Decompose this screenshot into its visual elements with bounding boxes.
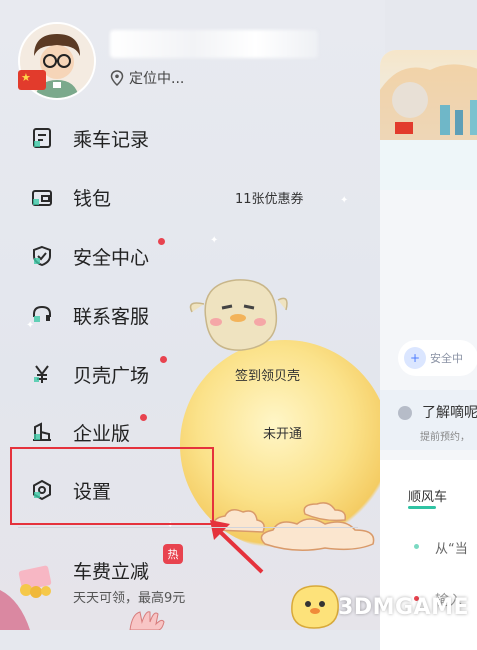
chick-mascot — [189, 279, 288, 351]
location-row[interactable]: 定位中... — [110, 68, 184, 88]
menu-label: 安全中心 — [73, 246, 150, 269]
checkin-hint: 签到领贝壳 — [235, 368, 301, 384]
ride-card: 顺风车 从“当 输入 — [380, 460, 477, 650]
learn-subtitle: 提前预约， — [420, 432, 470, 443]
safety-pill[interactable]: + 安全中 — [398, 340, 477, 376]
menu-label: 企业版 — [73, 422, 131, 445]
promo-title: 车费立减 — [73, 561, 150, 583]
watermark-logo: 3DMGAME — [338, 595, 469, 620]
banner-band — [380, 140, 477, 190]
origin-dot-icon — [414, 544, 419, 549]
flag-badge-icon — [18, 70, 46, 90]
menu-item-ride-history[interactable]: 乘车记录 — [0, 115, 340, 161]
hot-badge: 热 — [163, 544, 183, 564]
learn-more-banner[interactable]: 了解嘀呢 提前预约， — [380, 390, 477, 450]
divider — [18, 527, 358, 528]
promo-subtitle: 天天可领，最高9元 — [73, 591, 186, 606]
main-page-preview[interactable]: + 安全中 了解嘀呢 提前预约， 顺风车 从“当 输入 — [380, 50, 477, 650]
yen-icon — [34, 365, 49, 383]
highlight-box — [10, 447, 214, 525]
menu-label: 联系客服 — [73, 305, 150, 328]
headset-icon — [33, 305, 51, 322]
arrow-icon — [210, 520, 264, 574]
safety-label: 安全中 — [430, 352, 463, 365]
hand-decoration — [129, 611, 165, 630]
menu-label: 钱包 — [73, 187, 112, 210]
location-text: 定位中... — [129, 71, 185, 87]
menu-label: 贝壳广场 — [73, 364, 150, 387]
location-pin-icon — [110, 70, 124, 86]
tab-underline — [408, 506, 436, 509]
banner-image — [380, 50, 477, 140]
sparkle-icon: ✦ — [340, 195, 349, 206]
chat-bubble-icon — [398, 406, 412, 420]
learn-title: 了解嘀呢 — [422, 405, 477, 421]
origin-field[interactable]: 从“当 — [435, 538, 468, 557]
notification-dot — [140, 414, 147, 421]
building-icon — [33, 422, 51, 441]
menu-label: 乘车记录 — [73, 128, 150, 151]
coupon-gift-icon — [18, 565, 52, 598]
wallet-icon — [32, 190, 52, 206]
receipt-icon — [33, 128, 51, 148]
menu-item-wallet[interactable]: 钱包 11张优惠券 — [0, 174, 340, 220]
chick-mascot-small — [291, 585, 339, 629]
shield-icon — [33, 245, 51, 267]
notification-dot — [160, 356, 167, 363]
coupon-count: 11张优惠券 — [235, 191, 304, 207]
notification-dot — [158, 238, 165, 245]
shield-icon: + — [404, 347, 426, 369]
username-blurred — [110, 30, 318, 58]
enterprise-status: 未开通 — [263, 426, 303, 442]
card-title[interactable]: 顺风车 — [408, 486, 447, 505]
